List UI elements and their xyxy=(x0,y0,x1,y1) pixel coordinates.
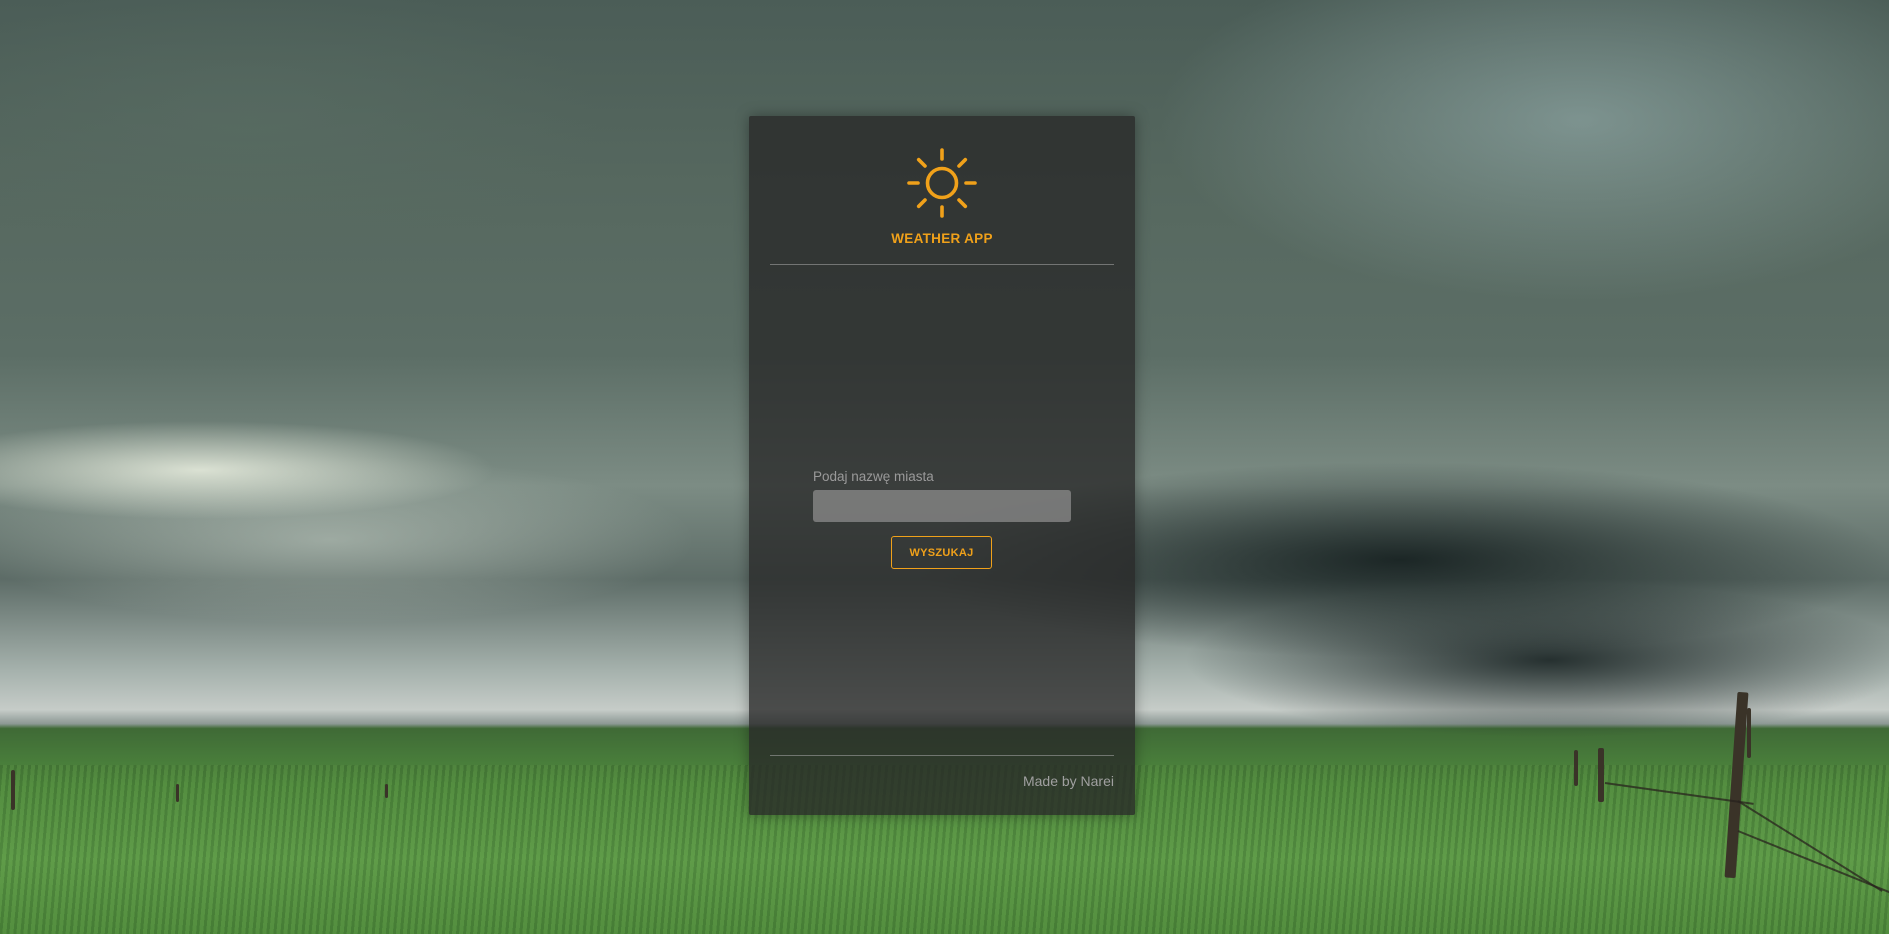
fence-post xyxy=(1574,750,1578,786)
header-divider xyxy=(770,264,1114,265)
app-title: WEATHER APP xyxy=(891,231,993,246)
fence-post xyxy=(385,784,388,798)
weather-search-card: WEATHER APP Podaj nazwę miasta WYSZUKAJ … xyxy=(749,116,1135,815)
sun-icon xyxy=(907,148,977,218)
city-input-label: Podaj nazwę miasta xyxy=(813,469,934,484)
fence-post xyxy=(1747,708,1751,758)
fence-post xyxy=(11,770,15,810)
fence-post xyxy=(1598,748,1604,802)
search-button[interactable]: WYSZUKAJ xyxy=(891,536,992,569)
footer-divider xyxy=(770,755,1114,756)
city-search-input[interactable] xyxy=(813,490,1071,522)
fence-post xyxy=(176,784,179,802)
footer-credit: Made by Narei xyxy=(1022,773,1114,789)
